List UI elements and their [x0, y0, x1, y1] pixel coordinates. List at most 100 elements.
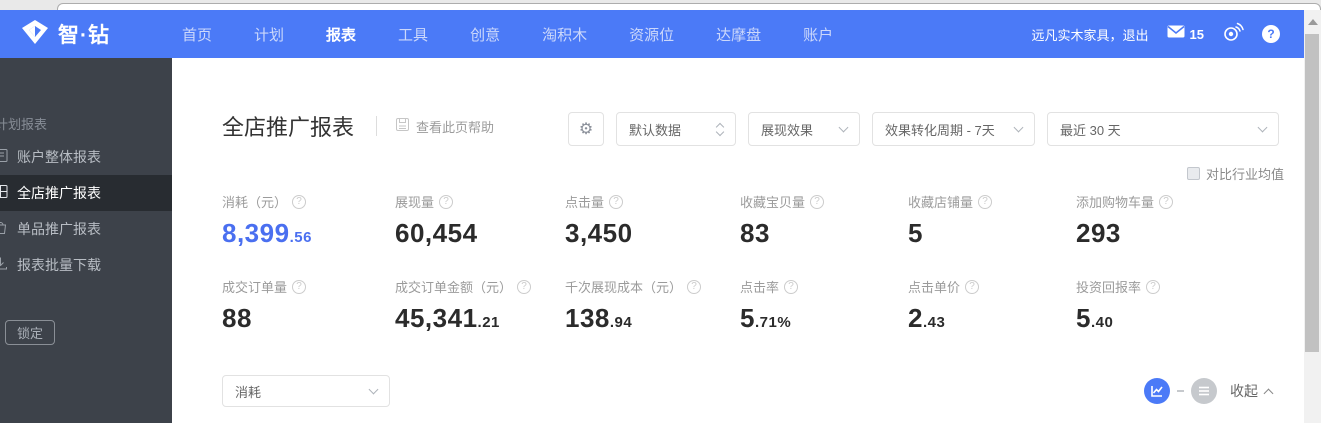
metric-label: 点击率: [740, 280, 780, 295]
select-value: 消耗: [235, 384, 262, 400]
metric-cpc: 点击单价? 2.43: [908, 277, 1076, 334]
collapse-button[interactable]: 收起: [1230, 381, 1258, 401]
nav-item-resource[interactable]: 资源位: [629, 24, 674, 45]
nav-item-plan[interactable]: 计划: [254, 24, 284, 45]
metric-value: 138.94: [565, 303, 633, 333]
vertical-scrollbar[interactable]: [1304, 10, 1321, 423]
metric-label: 成交订单量: [222, 280, 288, 295]
metric-value: 5: [908, 218, 923, 248]
metric-label: 收藏店铺量: [908, 195, 974, 210]
metric-value: 83: [740, 218, 770, 248]
help-icon[interactable]: ?: [1262, 25, 1280, 43]
browser-strip: [0, 0, 1321, 10]
metric-value: 8,399.56: [222, 218, 312, 248]
page-title: 全店推广报表: [222, 115, 355, 140]
metric-ctr: 点击率? 5.71%: [740, 277, 908, 334]
question-icon[interactable]: ?: [292, 194, 307, 209]
effect-type-select[interactable]: 展现效果: [748, 112, 860, 146]
chevron-down-icon: [1257, 122, 1268, 132]
metrics-row-1: 消耗（元）? 8,399.56 展现量? 60,454 点击量? 3,450 收…: [222, 192, 1236, 249]
compare-checkbox[interactable]: [1186, 167, 1200, 180]
top-navbar: 智·钻 首页 计划 报表 工具 创意 淘积木 资源位 达摩盘 账户 远凡实木家具…: [0, 10, 1304, 58]
question-icon[interactable]: ?: [517, 279, 532, 294]
nav-item-taojimu[interactable]: 淘积木: [542, 24, 587, 45]
compare-label: 对比行业均值: [1205, 167, 1284, 182]
navbar-right: 远凡实木家具，退出 15 ?: [1032, 10, 1280, 58]
nav-item-report[interactable]: 报表: [326, 24, 356, 45]
sidebar-item-label: 全店推广报表: [17, 185, 101, 201]
chevron-down-icon: [368, 384, 379, 394]
metric-value: 3,450: [565, 218, 633, 248]
sidebar: 计划报表 账户整体报表 全店推广报表 单品推广报表 报表批量下载 锁定: [0, 58, 172, 423]
sidebar-item-store-report[interactable]: 全店推广报表: [0, 175, 172, 211]
conversion-cycle-select[interactable]: 效果转化周期 - 7天: [872, 112, 1035, 146]
metric-label: 点击量: [565, 195, 605, 210]
metric-label: 千次展现成本（元）: [565, 280, 683, 295]
line-chart-icon: [1151, 386, 1163, 397]
data-mode-select[interactable]: 默认数据: [616, 112, 736, 146]
metric-label: 点击单价: [908, 280, 961, 295]
metric-label: 添加购物车量: [1076, 195, 1155, 210]
metric-impressions: 展现量? 60,454: [395, 192, 565, 249]
metrics-row-2: 成交订单量? 88 成交订单金额（元）? 45,341.21 千次展现成本（元）…: [222, 277, 1236, 334]
sidebar-item-label: 单品推广报表: [17, 221, 101, 237]
question-icon[interactable]: ?: [810, 194, 825, 209]
settings-gear-button[interactable]: ⚙: [568, 112, 604, 146]
metric-value: 5.71%: [740, 303, 792, 333]
select-value: 展现效果: [761, 122, 814, 138]
line-chart-view-button[interactable]: [1144, 378, 1170, 404]
page-help-link[interactable]: 查看此页帮助: [395, 117, 494, 136]
metric-order-amount: 成交订单金额（元）? 45,341.21: [395, 277, 565, 334]
nav-item-account[interactable]: 账户: [803, 24, 833, 45]
weibo-icon[interactable]: [1222, 22, 1244, 46]
question-icon[interactable]: ?: [292, 279, 307, 294]
nav-menu: 首页 计划 报表 工具 创意 淘积木 资源位 达摩盘 账户: [182, 10, 833, 58]
compare-industry-toggle[interactable]: 对比行业均值: [1186, 164, 1284, 183]
chevron-up-icon[interactable]: [1263, 388, 1274, 398]
question-icon[interactable]: ?: [978, 194, 993, 209]
nav-item-tools[interactable]: 工具: [398, 24, 428, 45]
lock-button[interactable]: 锁定: [5, 320, 55, 345]
metric-label: 成交订单金额（元）: [395, 280, 513, 295]
sidebar-item-account-report[interactable]: 账户整体报表: [0, 139, 172, 175]
store-report-icon: [0, 184, 8, 202]
metric-shop-favorites: 收藏店铺量? 5: [908, 192, 1076, 249]
question-icon[interactable]: ?: [965, 279, 980, 294]
question-icon[interactable]: ?: [439, 194, 454, 209]
scrollbar-thumb[interactable]: [1305, 34, 1319, 352]
mail-button[interactable]: 15: [1167, 25, 1204, 43]
mail-count-badge: 15: [1189, 26, 1204, 42]
metric-value: 88: [222, 303, 252, 333]
sidebar-item-batch-download[interactable]: 报表批量下载: [0, 247, 172, 283]
date-range-select[interactable]: 最近 30 天: [1047, 112, 1279, 146]
select-value: 最近 30 天: [1060, 122, 1121, 138]
question-icon[interactable]: ?: [1146, 279, 1161, 294]
question-icon[interactable]: ?: [1159, 194, 1174, 209]
sidebar-item-label: 报表批量下载: [17, 257, 101, 273]
table-view-button[interactable]: [1191, 378, 1217, 404]
metric-label: 投资回报率: [1076, 280, 1142, 295]
nav-item-damopan[interactable]: 达摩盘: [716, 24, 761, 45]
list-icon: [1199, 386, 1209, 396]
nav-item-home[interactable]: 首页: [182, 24, 212, 45]
scrollbar-up-arrow-icon[interactable]: [1308, 19, 1318, 25]
shopping-bag-icon: [0, 220, 8, 238]
metric-clicks: 点击量? 3,450: [565, 192, 740, 249]
account-logout-link[interactable]: 远凡实木家具，退出: [1032, 25, 1149, 44]
chart-metric-select[interactable]: 消耗: [222, 375, 390, 407]
metric-cost: 消耗（元）? 8,399.56: [222, 192, 395, 249]
select-value: 默认数据: [629, 122, 682, 138]
question-icon[interactable]: ?: [609, 194, 624, 209]
metric-value: 5.40: [1076, 303, 1114, 333]
metric-value: 60,454: [395, 218, 478, 248]
divider: [376, 116, 378, 136]
zhizuan-report-page: 智·钻 首页 计划 报表 工具 创意 淘积木 资源位 达摩盘 账户 远凡实木家具…: [0, 0, 1321, 423]
nav-item-creative[interactable]: 创意: [470, 24, 500, 45]
download-icon: [0, 256, 8, 274]
brand-logo[interactable]: 智·钻: [20, 10, 110, 58]
metric-value: 293: [1076, 218, 1121, 248]
envelope-icon: [1167, 25, 1185, 43]
question-icon[interactable]: ?: [687, 279, 702, 294]
question-icon[interactable]: ?: [784, 279, 799, 294]
sidebar-item-item-report[interactable]: 单品推广报表: [0, 211, 172, 247]
